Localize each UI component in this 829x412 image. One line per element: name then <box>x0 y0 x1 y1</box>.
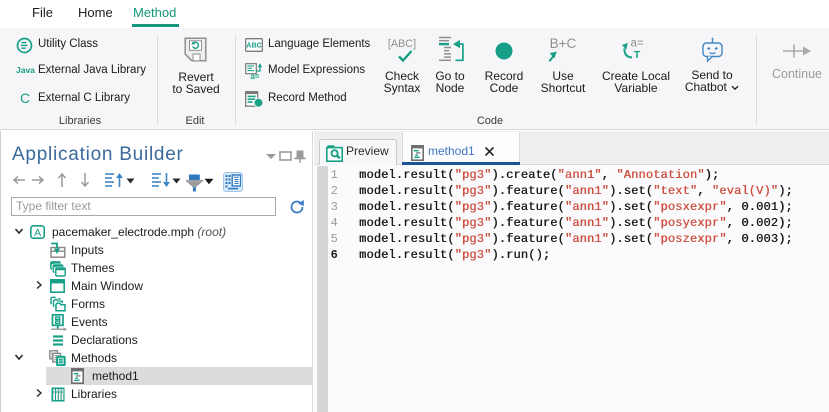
svg-text:a=: a= <box>251 72 260 80</box>
svg-text:a=: a= <box>631 37 644 49</box>
svg-text:ABC: ABC <box>246 41 262 50</box>
svg-text:A: A <box>34 227 41 239</box>
svg-text:T: T <box>634 49 641 61</box>
